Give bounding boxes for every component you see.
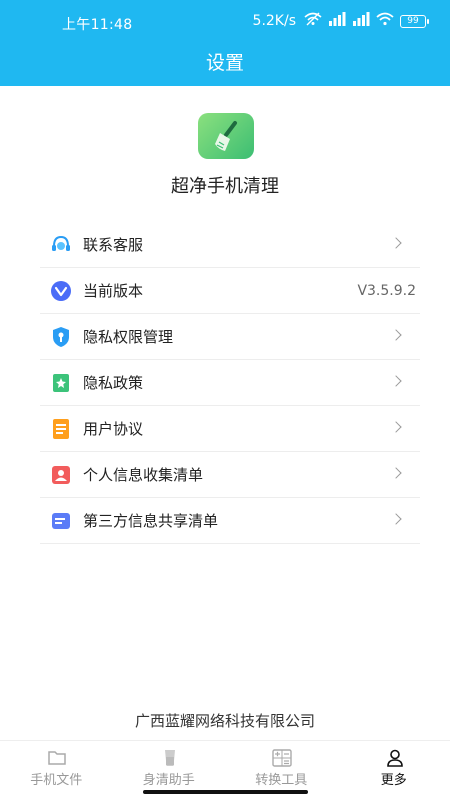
nav-label: 身清助手 (142, 773, 195, 788)
menu-privacy-policy[interactable]: 隐私政策 (40, 360, 420, 406)
settings-menu: 联系客服 当前版本 V3.5.9.2 隐私权限管理 隐私政策 用户协议 个人信息… (40, 222, 420, 544)
headset-icon (50, 234, 72, 256)
chevron-right-icon (390, 513, 402, 525)
signal-icon (328, 12, 346, 30)
menu-label: 第三方信息共享清单 (83, 512, 219, 530)
menu-user-agreement[interactable]: 用户协议 (40, 406, 420, 452)
app-logo-broom-icon (198, 113, 254, 159)
person-icon (385, 749, 405, 767)
chevron-right-icon (390, 329, 402, 341)
calculator-icon (272, 749, 292, 767)
menu-privacy-permissions[interactable]: 隐私权限管理 (40, 314, 420, 360)
chevron-right-icon (390, 467, 402, 479)
version-value: V3.5.9.2 (357, 282, 416, 299)
chevron-right-icon (390, 237, 402, 249)
menu-current-version[interactable]: 当前版本 V3.5.9.2 (40, 268, 420, 314)
page-title: 设置 (205, 52, 244, 74)
nav-phone-files[interactable]: 手机文件 (0, 741, 113, 800)
app-name: 超净手机清理 (171, 176, 279, 197)
status-bar: 上午11:48 5.2K/s 99 (0, 0, 450, 44)
status-indicators: 5.2K/s 99 (252, 12, 429, 30)
chevron-right-icon (390, 421, 402, 433)
document-icon (50, 418, 72, 440)
chevron-right-icon (390, 375, 402, 387)
menu-label: 联系客服 (83, 236, 144, 254)
shield-lock-icon (50, 326, 72, 348)
network-speed: 5.2K/s (252, 13, 296, 29)
wifi-off-icon (304, 12, 322, 30)
wifi-icon (376, 12, 394, 30)
menu-label: 隐私政策 (83, 374, 144, 392)
menu-label: 用户协议 (83, 420, 144, 438)
battery-icon: 99 (400, 14, 429, 28)
menu-label: 隐私权限管理 (83, 328, 174, 346)
list-card-icon (50, 510, 72, 532)
person-card-icon (50, 464, 72, 486)
menu-third-party-sharing[interactable]: 第三方信息共享清单 (40, 498, 420, 544)
nav-label: 更多 (380, 773, 407, 788)
signal-icon-2 (352, 12, 370, 30)
cup-icon (160, 749, 180, 767)
bookmark-star-icon (50, 372, 72, 394)
version-icon (50, 280, 72, 302)
menu-personal-info-list[interactable]: 个人信息收集清单 (40, 452, 420, 498)
folder-icon (47, 749, 67, 767)
menu-label: 当前版本 (83, 282, 144, 300)
nav-label: 转换工具 (255, 773, 308, 788)
nav-more[interactable]: 更多 (338, 741, 450, 800)
nav-label: 手机文件 (30, 773, 83, 788)
status-time: 上午11:48 (62, 17, 133, 33)
menu-label: 个人信息收集清单 (83, 466, 204, 484)
company-name: 广西蓝耀网络科技有限公司 (134, 712, 315, 730)
menu-contact-support[interactable]: 联系客服 (40, 222, 420, 268)
home-indicator[interactable] (143, 790, 308, 794)
